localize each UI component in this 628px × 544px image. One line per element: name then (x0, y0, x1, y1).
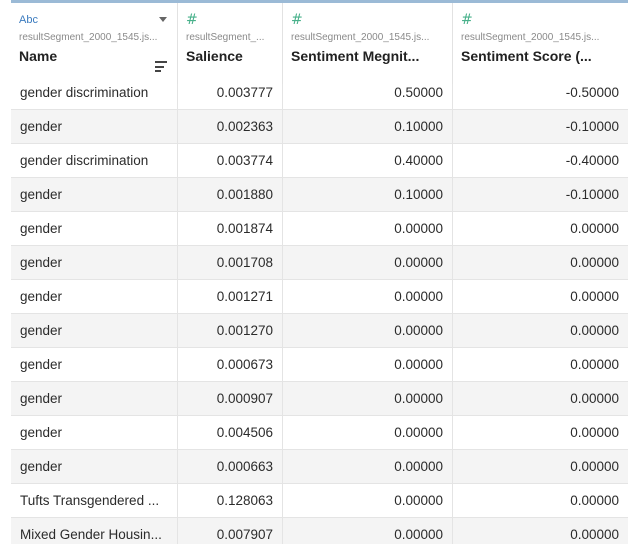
name-cell: gender discrimination (11, 144, 178, 177)
sentiment-score-cell: 0.00000 (570, 289, 619, 304)
name-cell: gender (11, 110, 178, 143)
sentiment-score-cell: 0.00000 (570, 459, 619, 474)
sentiment-magnitude-cell: 0.00000 (283, 484, 453, 517)
table-body: gender discrimination 0.003777 0.50000 -0.5… (11, 76, 628, 544)
table-row[interactable]: gender 0.001708 0.00000 0.00000 (11, 246, 628, 280)
salience-cell: 0.000907 (178, 382, 283, 415)
name-cell: Mixed Gender Housin... (11, 518, 178, 544)
sentiment-magnitude-cell: 0.00000 (283, 382, 453, 415)
salience-cell: 0.007907 (178, 518, 283, 544)
sentiment-magnitude-cell: 0.00000 (283, 212, 453, 245)
sentiment-magnitude-cell: 0.00000 (283, 416, 453, 449)
name-cell: gender (11, 382, 178, 415)
salience-cell: 0.128063 (178, 484, 283, 517)
sentiment-score-cell: 0.00000 (570, 391, 619, 406)
name-cell: gender (11, 280, 178, 313)
salience-cell: 0.001271 (178, 280, 283, 313)
salience-cell: 0.002363 (178, 110, 283, 143)
column-header-sentiment-score[interactable]: # resultSegment_2000_1545.js... Sentimen… (453, 3, 628, 84)
sentiment-score-cell: -0.10000 (565, 119, 619, 134)
sentiment-magnitude-cell: 0.00000 (283, 246, 453, 279)
column-header-name[interactable]: Abc resultSegment_2000_1545.js... Name (11, 3, 178, 84)
salience-cell: 0.001270 (178, 314, 283, 347)
sentiment-magnitude-cell: 0.10000 (283, 178, 453, 211)
table-row[interactable]: gender 0.001880 0.10000 -0.10000 (11, 178, 628, 212)
sentiment-score-cell: 0.00000 (570, 323, 619, 338)
salience-cell: 0.001880 (178, 178, 283, 211)
sentiment-score-cell: 0.00000 (570, 493, 619, 508)
sentiment-magnitude-cell: 0.40000 (283, 144, 453, 177)
table-header: Abc resultSegment_2000_1545.js... Name #… (11, 0, 628, 84)
name-cell: gender (11, 314, 178, 347)
name-cell: Tufts Transgendered ... (11, 484, 178, 517)
table-row[interactable]: Tufts Transgendered ... 0.128063 0.00000 0.… (11, 484, 628, 518)
name-cell: gender (11, 246, 178, 279)
column-source: resultSegment_2000_1545.js... (19, 32, 158, 43)
sentiment-magnitude-cell: 0.00000 (283, 518, 453, 544)
number-type-icon: # (461, 12, 473, 28)
sentiment-score-cell: -0.40000 (565, 153, 619, 168)
sentiment-magnitude-cell: 0.00000 (283, 450, 453, 483)
sentiment-magnitude-cell: 0.00000 (283, 348, 453, 381)
table-row[interactable]: gender 0.002363 0.10000 -0.10000 (11, 110, 628, 144)
column-name: Sentiment Megnit... (291, 48, 420, 64)
string-type-icon: Abc (19, 14, 38, 26)
data-grid: gender discrimination 0.003777 0.50000 -0.5… (11, 0, 628, 544)
column-header-salience[interactable]: # resultSegment_... Salience (178, 3, 283, 84)
table-row[interactable]: gender discrimination 0.003774 0.40000 -0.4… (11, 144, 628, 178)
table-row[interactable]: gender 0.001874 0.00000 0.00000 (11, 212, 628, 246)
column-name: Sentiment Score (... (461, 48, 592, 64)
salience-cell: 0.001874 (178, 212, 283, 245)
sentiment-score-cell: 0.00000 (570, 357, 619, 372)
table-row[interactable]: gender 0.001271 0.00000 0.00000 (11, 280, 628, 314)
sentiment-score-cell: 0.00000 (570, 255, 619, 270)
table-row[interactable]: gender 0.004506 0.00000 0.00000 (11, 416, 628, 450)
sentiment-score-cell: -0.10000 (565, 187, 619, 202)
sort-icon[interactable] (155, 61, 167, 72)
name-cell: gender (11, 212, 178, 245)
salience-cell: 0.004506 (178, 416, 283, 449)
sentiment-magnitude-cell: 0.00000 (283, 314, 453, 347)
column-header-sentiment-magnitude[interactable]: # resultSegment_2000_1545.js... Sentimen… (283, 3, 453, 84)
table-row[interactable]: gender 0.000663 0.00000 0.00000 (11, 450, 628, 484)
table-row[interactable]: gender 0.001270 0.00000 0.00000 (11, 314, 628, 348)
name-cell: gender (11, 178, 178, 211)
column-source: resultSegment_2000_1545.js... (461, 32, 600, 43)
chevron-down-icon[interactable] (159, 17, 167, 22)
salience-cell: 0.003774 (178, 144, 283, 177)
name-cell: gender (11, 450, 178, 483)
column-source: resultSegment_... (186, 32, 265, 43)
sentiment-magnitude-cell: 0.10000 (283, 110, 453, 143)
table-row[interactable]: gender 0.000907 0.00000 0.00000 (11, 382, 628, 416)
sentiment-magnitude-cell: 0.00000 (283, 280, 453, 313)
column-source: resultSegment_2000_1545.js... (291, 32, 430, 43)
sentiment-score-cell: 0.00000 (570, 425, 619, 440)
name-cell: gender (11, 348, 178, 381)
table-row[interactable]: Mixed Gender Housin... 0.007907 0.00000 0.0… (11, 518, 628, 544)
sentiment-score-cell: 0.00000 (570, 221, 619, 236)
sentiment-score-cell: 0.00000 (570, 527, 619, 542)
salience-cell: 0.000673 (178, 348, 283, 381)
table-row[interactable]: gender 0.000673 0.00000 0.00000 (11, 348, 628, 382)
column-name: Name (19, 48, 58, 64)
number-type-icon: # (291, 12, 303, 28)
name-cell: gender (11, 416, 178, 449)
number-type-icon: # (186, 12, 198, 28)
column-name: Salience (186, 48, 243, 64)
salience-cell: 0.001708 (178, 246, 283, 279)
salience-cell: 0.000663 (178, 450, 283, 483)
